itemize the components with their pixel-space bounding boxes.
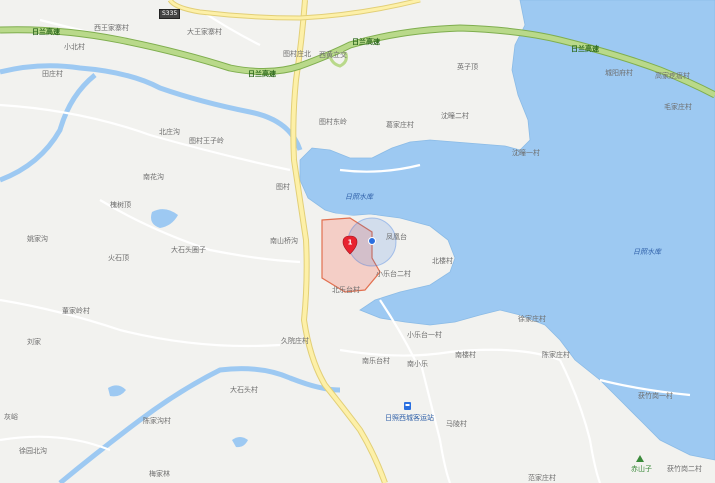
place-label: 沈疃一村 — [512, 149, 540, 157]
place-label: 陈家沟村 — [143, 417, 171, 425]
place-label: 久院庄村 — [281, 337, 309, 345]
hill-label: 赤山子 — [631, 465, 652, 473]
highway-label: 日兰高速 — [248, 70, 276, 78]
highway-label: 日兰高速 — [352, 38, 380, 46]
place-label: 梅家林 — [149, 470, 170, 478]
bus-station-label[interactable]: 日照西城客运站 — [385, 413, 434, 423]
bus-station-icon[interactable] — [404, 402, 411, 410]
road-shield-s335: S335 — [159, 9, 181, 19]
highway-label: 日兰高速 — [571, 45, 599, 53]
place-label: 北楼村 — [432, 257, 453, 265]
place-label: 葛家庄村 — [386, 121, 414, 129]
place-label: 徐家庄村 — [518, 315, 546, 323]
place-label: 小乐台一村 — [407, 331, 442, 339]
place-label: 获竹岗二村 — [667, 465, 702, 473]
place-label: 小乐台二村 — [376, 270, 411, 278]
place-label: 西王家寨村 — [94, 24, 129, 32]
marker-number: 1 — [348, 239, 353, 247]
place-label: 南乐台村 — [362, 357, 390, 365]
place-label: 南小乐 — [407, 360, 428, 368]
place-label: 大石头圈子 — [171, 246, 206, 254]
place-label: 高家疙瘩村 — [655, 72, 690, 80]
place-label: 南楼村 — [455, 351, 476, 359]
place-label: 马陵村 — [446, 420, 467, 428]
place-label: 姚家沟 — [27, 235, 48, 243]
current-location-dot[interactable] — [368, 237, 376, 245]
place-label: 西黄立交 — [319, 51, 347, 59]
place-label: 获竹岗一村 — [638, 392, 673, 400]
place-label: 图村 — [276, 183, 290, 191]
place-label: 北乐台村 — [332, 286, 360, 294]
place-label: 刘家 — [27, 338, 41, 346]
place-label: 小北村 — [64, 43, 85, 51]
place-label: 沈疃二村 — [441, 112, 469, 120]
place-label: 槐树顶 — [110, 201, 131, 209]
place-label: 范家庄村 — [528, 474, 556, 482]
place-label: 田庄村 — [42, 70, 63, 78]
place-label: 南山桥沟 — [270, 237, 298, 245]
highway-label: 日兰高速 — [32, 28, 60, 36]
place-label: 图村王子岭 — [189, 137, 224, 145]
place-label: 英子顶 — [457, 63, 478, 71]
map-view[interactable]: 1 S335 日兰高速 日兰高速 日兰高速 日兰高速 日照水库 日照水库 西王家… — [0, 0, 715, 483]
place-label: 北庄沟 — [159, 128, 180, 136]
reservoir-label: 日照水库 — [633, 248, 661, 256]
place-label: 火石顶 — [108, 254, 129, 262]
place-label: 大石头村 — [230, 386, 258, 394]
place-label: 董家岭村 — [62, 307, 90, 315]
place-label: 图村东岭 — [319, 118, 347, 126]
reservoir-label: 日照水库 — [345, 193, 373, 201]
place-label: 毛家庄村 — [664, 103, 692, 111]
place-label: 徐园北沟 — [19, 447, 47, 455]
place-label: 南花沟 — [143, 173, 164, 181]
place-label: 灰峪 — [4, 413, 18, 421]
place-label: 图村庄北 — [283, 50, 311, 58]
place-label: 凤凰台 — [386, 233, 407, 241]
place-label: 城阳府村 — [605, 69, 633, 77]
place-label: 陈家庄村 — [542, 351, 570, 359]
place-label: 大王家寨村 — [187, 28, 222, 36]
